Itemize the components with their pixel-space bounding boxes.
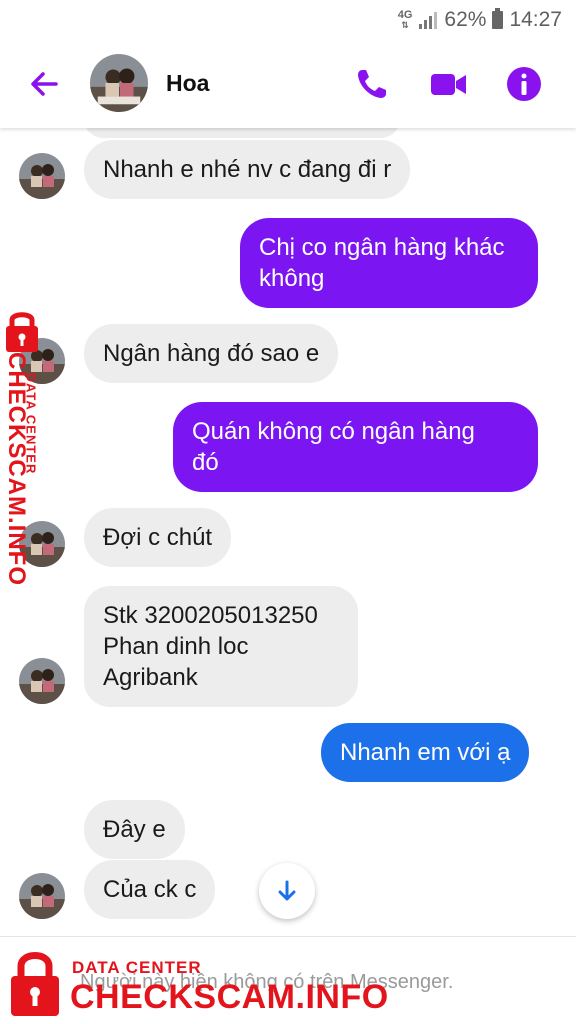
video-call-icon[interactable] [428, 64, 468, 104]
watermark-site: CHECKSCAM.INFO [70, 978, 389, 1016]
scroll-to-bottom-button[interactable] [259, 863, 315, 919]
phone-call-icon[interactable] [352, 64, 392, 104]
message-bubble-incoming[interactable]: Ngân hàng đó sao e [84, 324, 339, 383]
info-icon[interactable] [504, 64, 544, 104]
message-bubble-incoming[interactable]: Nhanh e nhé nv c đang đi r [84, 140, 411, 199]
sender-avatar[interactable] [19, 153, 65, 199]
message-bubble-outgoing[interactable]: Nhanh em với ạ [321, 723, 530, 782]
message-bubble-incoming[interactable]: Đợi c chút [84, 508, 232, 567]
watermark-label: DATA CENTER [72, 958, 202, 977]
battery-icon [492, 8, 504, 29]
network-indicator: 4G ⇅ [397, 9, 413, 31]
sender-avatar[interactable] [19, 658, 65, 704]
message-bubble-incoming[interactable]: Stk 3200205013250 Phan dinh loc Agribank [84, 586, 358, 707]
message-bubble-outgoing[interactable]: Chị co ngân hàng khác không [240, 218, 538, 308]
contact-avatar[interactable] [90, 54, 148, 112]
watermark-label-vertical: DATA CENTER [23, 372, 39, 475]
message-bubble-incoming[interactable]: Của ck c [84, 860, 216, 919]
sender-avatar[interactable] [19, 873, 65, 919]
message-bubble-outgoing[interactable]: Quán không có ngân hàng đó [173, 402, 538, 492]
clock: 14:27 [509, 8, 562, 31]
status-bar: 4G ⇅ 62% 14:27 [0, 0, 576, 40]
message-bubble-incoming[interactable]: Đây e [84, 800, 185, 859]
signal-icon [419, 12, 438, 29]
conversation-header: Hoa [0, 40, 576, 128]
arrow-down-icon [278, 880, 296, 901]
back-arrow-icon[interactable] [26, 66, 62, 102]
battery-percent: 62% [444, 8, 487, 31]
watermark-lock-icon [11, 952, 59, 1016]
contact-name[interactable]: Hoa [166, 70, 209, 97]
